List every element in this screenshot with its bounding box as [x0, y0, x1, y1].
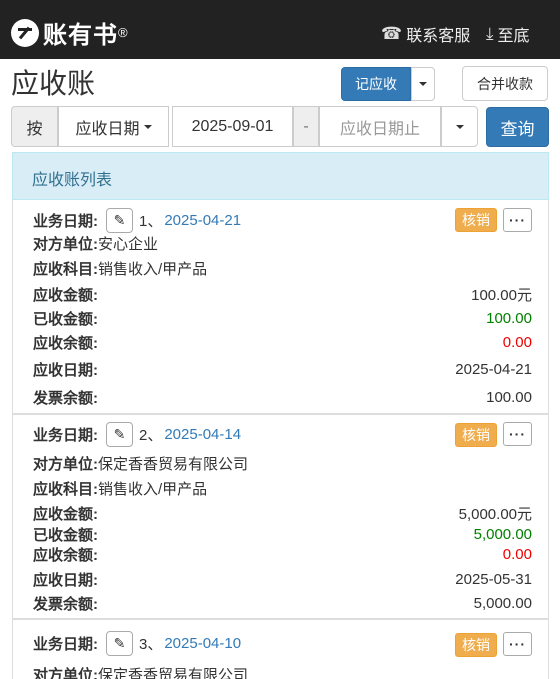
page-title: 应收账	[11, 68, 96, 99]
merge-receipts-button[interactable]: 合并收款	[462, 66, 548, 101]
start-date-input[interactable]: 2025-09-01	[172, 106, 293, 147]
business-date-link[interactable]: 2025-04-10	[164, 635, 241, 652]
invoice-balance-row: 发票余额: 5,000.00	[33, 594, 532, 613]
more-options-button[interactable]: ···	[503, 422, 532, 446]
logo-text: 账有书	[43, 22, 118, 49]
business-date-link[interactable]: 2025-04-14	[164, 426, 241, 443]
app-logo[interactable]: 账有书 ®	[11, 15, 128, 50]
receivable-card: 业务日期: ✎ 1、 2025-04-21 核销 ··· 对方单位: 安心企业 …	[12, 200, 549, 414]
edit-icon[interactable]: ✎	[106, 421, 133, 447]
edit-icon[interactable]: ✎	[106, 207, 133, 233]
amount-due-row: 应收金额: 5,000.00元	[33, 505, 532, 523]
end-date-input[interactable]: 应收日期止	[319, 106, 441, 147]
scroll-to-bottom-label: 至底	[497, 28, 530, 45]
record-receivable-dropdown[interactable]	[411, 67, 435, 101]
caret-down-icon	[455, 124, 464, 129]
business-date-link[interactable]: 2025-04-21	[164, 212, 241, 229]
due-date-row: 应收日期: 2025-04-21	[33, 361, 532, 379]
verify-button[interactable]: 核销	[455, 633, 497, 657]
caret-down-icon	[419, 82, 427, 86]
query-button[interactable]: 查询	[486, 107, 549, 147]
edit-icon[interactable]: ✎	[106, 630, 133, 656]
date-type-select[interactable]: 应收日期	[58, 106, 169, 147]
top-navbar: 账有书 ® ☎ 联系客服 ⤓ 至底	[0, 0, 560, 59]
scroll-to-bottom-link[interactable]: ⤓ 至底	[486, 22, 530, 46]
account-row: 应收科目: 销售收入/甲产品	[33, 260, 208, 278]
counterparty-row: 对方单位: 安心企业	[33, 235, 159, 253]
record-receivable-button[interactable]: 记应收	[341, 67, 411, 101]
balance-row: 应收余额: 0.00	[33, 333, 532, 352]
download-icon: ⤓	[486, 24, 494, 43]
date-range-separator: -	[293, 106, 319, 147]
logo-icon	[11, 18, 39, 47]
amount-due-row: 应收金额: 100.00元	[33, 286, 532, 304]
verify-button[interactable]: 核销	[455, 423, 497, 447]
amount-received-row: 已收金额: 5,000.00	[33, 525, 532, 544]
caret-down-icon	[143, 124, 152, 129]
registered-mark: ®	[118, 25, 128, 40]
more-options-button[interactable]: ···	[503, 208, 532, 232]
end-date-dropdown[interactable]	[441, 106, 478, 147]
list-header: 应收账列表	[12, 152, 549, 200]
counterparty-row: 对方单位: 保定香香贸易有限公司	[33, 455, 249, 473]
balance-row: 应收余额: 0.00	[33, 545, 532, 564]
receivable-card: 业务日期: ✎ 3、 2025-04-10 核销 ··· 对方单位: 保定香香贸…	[12, 619, 549, 679]
account-row: 应收科目: 销售收入/甲产品	[33, 480, 208, 498]
contact-service-link[interactable]: ☎ 联系客服	[381, 22, 470, 46]
amount-received-row: 已收金额: 100.00	[33, 309, 532, 328]
invoice-balance-row: 发票余额: 100.00	[33, 388, 532, 407]
date-type-label: 应收日期	[75, 120, 140, 138]
phone-icon: ☎	[381, 24, 403, 43]
counterparty-row: 对方单位: 保定香香贸易有限公司	[33, 666, 249, 679]
contact-service-label: 联系客服	[406, 28, 471, 45]
due-date-row: 应收日期: 2025-05-31	[33, 570, 532, 589]
receivable-card: 业务日期: ✎ 2、 2025-04-14 核销 ··· 对方单位: 保定香香贸…	[12, 414, 549, 619]
filter-by-label: 按	[11, 106, 58, 147]
more-options-button[interactable]: ···	[503, 632, 532, 656]
verify-button[interactable]: 核销	[455, 208, 497, 232]
